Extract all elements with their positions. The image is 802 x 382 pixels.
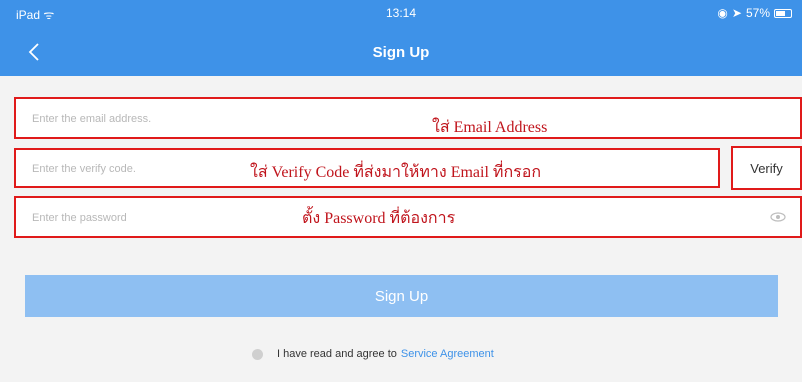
- battery-percent: 57%: [745, 6, 770, 20]
- status-right: ◉ ➤ 57%: [717, 6, 792, 20]
- email-annotation: ใส่ Email Address: [432, 119, 548, 136]
- verify-button[interactable]: Verify: [733, 148, 800, 188]
- page-title: Sign Up: [372, 44, 430, 61]
- agree-checkbox[interactable]: [252, 348, 263, 360]
- service-agreement-link[interactable]: Service Agreement: [401, 348, 494, 360]
- email-input[interactable]: [30, 99, 334, 139]
- location-arrow-icon: ➤: [731, 6, 742, 20]
- password-annotation: ตั้ง Password ที่ต้องการ: [302, 210, 456, 227]
- status-time: 13:14: [385, 6, 417, 20]
- sign-up-button[interactable]: Sign Up: [25, 275, 778, 317]
- battery-icon: [774, 8, 792, 18]
- agreement-text: I have read and agree to: [277, 348, 397, 360]
- eye-icon[interactable]: [770, 212, 786, 222]
- verify-box: Verify: [731, 146, 802, 190]
- alarm-icon: ◉: [717, 6, 728, 20]
- email-field-box: [14, 97, 802, 139]
- verify-annotation: ใส่ Verify Code ที่ส่งมาให้ทาง Email ที่…: [250, 164, 542, 181]
- password-input[interactable]: [30, 198, 334, 238]
- agreement-row: I have read and agree to Service Agreeme…: [252, 348, 494, 360]
- nav-bar: iPad ᯤ 13:14 ◉ ➤ 57% Sign Up: [0, 0, 802, 76]
